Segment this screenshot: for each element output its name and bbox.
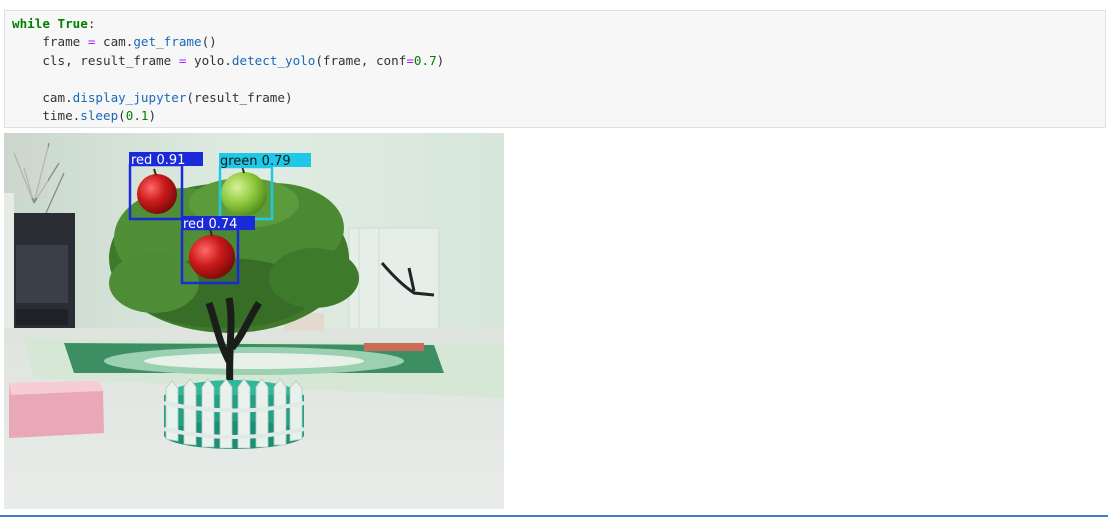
code-token: : bbox=[87, 16, 96, 31]
code-token: frame bbox=[12, 34, 88, 50]
code-editor[interactable]: while True: frame = cam.get_frame() cls,… bbox=[12, 15, 444, 125]
plastic-container bbox=[348, 227, 440, 339]
detection-label: green 0.79 bbox=[220, 154, 291, 169]
code-token: cls, result_frame bbox=[12, 52, 179, 68]
code-token: yolo. bbox=[186, 52, 232, 68]
fence-pot bbox=[163, 378, 305, 449]
code-token: while bbox=[12, 16, 50, 31]
camera-frame: red 0.91 green 0.79 red 0.74 bbox=[4, 133, 504, 509]
code-token: get_frame bbox=[133, 34, 202, 50]
code-token: True bbox=[57, 16, 88, 31]
code-token: cam. bbox=[12, 89, 73, 105]
code-token: (result_frame) bbox=[186, 89, 293, 105]
detection-label: red 0.91 bbox=[131, 153, 185, 168]
code-cell-input[interactable]: while True: frame = cam.get_frame() cls,… bbox=[4, 10, 1106, 128]
detection-label: red 0.74 bbox=[183, 217, 237, 232]
code-token: display_jupyter bbox=[72, 89, 187, 105]
code-token: ) bbox=[148, 108, 157, 124]
code-token: () bbox=[201, 34, 217, 50]
code-token: sleep bbox=[80, 108, 119, 124]
code-token: cam. bbox=[95, 34, 134, 50]
code-token: ( bbox=[118, 108, 126, 124]
code-token: time. bbox=[12, 108, 81, 124]
code-token: (frame, conf bbox=[315, 52, 407, 68]
output-image: red 0.91 green 0.79 red 0.74 bbox=[4, 133, 504, 509]
pink-box bbox=[9, 381, 104, 438]
code-token: detect_yolo bbox=[231, 52, 316, 68]
code-token: 0.1 bbox=[125, 108, 149, 124]
code-token: ) bbox=[436, 52, 445, 68]
code-token: 0.7 bbox=[413, 52, 437, 68]
code-token: = bbox=[406, 52, 414, 68]
